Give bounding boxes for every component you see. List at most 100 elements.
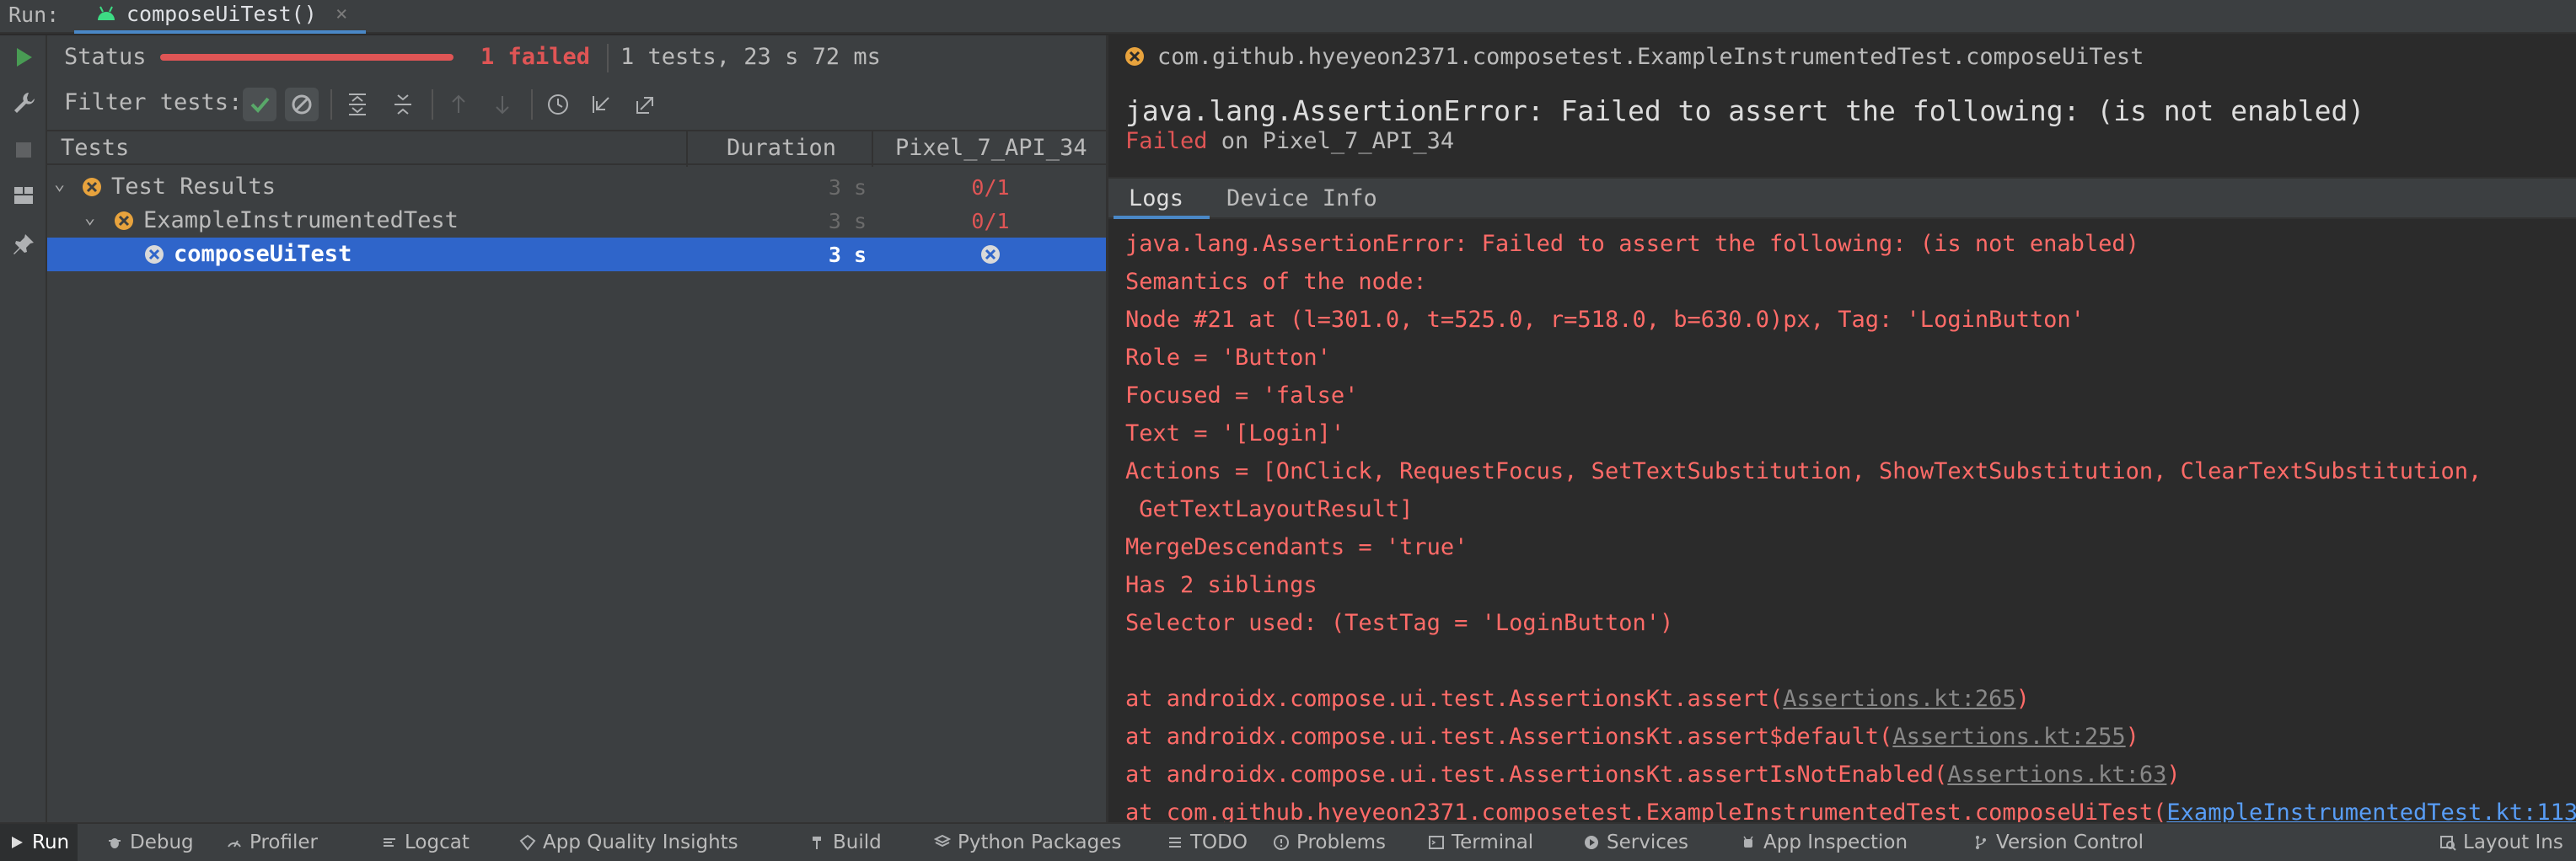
toolwindow-app-inspection[interactable]: App Inspection bbox=[1731, 824, 1916, 861]
filter-label: Filter tests: bbox=[64, 89, 243, 115]
toolwindow-label: Run bbox=[32, 832, 70, 853]
run-label: Run: bbox=[8, 3, 60, 27]
close-icon[interactable]: × bbox=[335, 2, 347, 25]
toolwindow-problems[interactable]: Problems bbox=[1264, 824, 1394, 861]
device-failed-icon bbox=[981, 245, 1000, 264]
stack-trace-line: at androidx.compose.ui.test.AssertionsKt… bbox=[1125, 686, 2030, 712]
toolwindow-label: Terminal bbox=[1452, 832, 1534, 853]
chevron-down-icon[interactable]: ⌄ bbox=[84, 207, 95, 228]
tree-row-result: 0/1 bbox=[971, 175, 1010, 200]
tab-logs[interactable]: Logs bbox=[1129, 185, 1183, 211]
import-tests-icon[interactable] bbox=[587, 89, 617, 120]
column-separator bbox=[872, 131, 873, 167]
error-heading: java.lang.AssertionError: Failed to asse… bbox=[1125, 94, 2365, 127]
tree-row-duration: 3 s bbox=[828, 243, 867, 267]
run-tab-title: composeUiTest() bbox=[126, 2, 317, 26]
bug-icon bbox=[106, 834, 123, 851]
test-table-header: Tests Duration Pixel_7_API_34 bbox=[47, 130, 1106, 167]
stack-trace-text: at androidx.compose.ui.test.AssertionsKt… bbox=[1125, 724, 1893, 750]
source-link[interactable]: Assertions.kt:63 bbox=[1947, 762, 2166, 788]
toolwindow-label: Services bbox=[1607, 832, 1688, 853]
hammer-icon bbox=[809, 834, 826, 851]
toolwindow-debug[interactable]: Debug bbox=[98, 824, 202, 861]
diamond-icon bbox=[519, 834, 536, 851]
toolwindow-label: Profiler bbox=[250, 832, 318, 853]
export-tests-icon[interactable] bbox=[631, 89, 661, 120]
toolwindow-layout-inspector[interactable]: Layout Ins bbox=[2431, 824, 2572, 861]
gauge-icon bbox=[226, 834, 243, 851]
log-line: Has 2 siblings bbox=[1125, 572, 1318, 598]
arrow-down-icon[interactable] bbox=[487, 89, 518, 120]
source-link[interactable]: Assertions.kt:265 bbox=[1783, 686, 2015, 712]
toolwindow-build[interactable]: Build bbox=[801, 824, 890, 861]
expand-all-icon[interactable] bbox=[342, 89, 373, 120]
show-ignored-toggle[interactable] bbox=[285, 88, 319, 121]
toolwindow-app-quality-insights[interactable]: App Quality Insights bbox=[511, 824, 747, 861]
toolbar-separator bbox=[432, 89, 433, 120]
toolwindow-python-packages[interactable]: Python Packages bbox=[926, 824, 1130, 861]
log-line: Selector used: (TestTag = 'LoginButton') bbox=[1125, 610, 1674, 636]
log-line: java.lang.AssertionError: Failed to asse… bbox=[1125, 231, 2139, 257]
progress-bar bbox=[160, 54, 453, 61]
chevron-down-icon[interactable]: ⌄ bbox=[54, 174, 65, 195]
column-header-tests[interactable]: Tests bbox=[61, 135, 129, 161]
test-summary: 1 tests, 23 s 72 ms bbox=[620, 44, 881, 70]
tab-device-info[interactable]: Device Info bbox=[1226, 185, 1377, 211]
run-toolwindow-header: Run: composeUiTest() × bbox=[0, 0, 2576, 34]
arrow-up-icon[interactable] bbox=[443, 89, 474, 120]
stack-trace-text: at androidx.compose.ui.test.AssertionsKt… bbox=[1125, 762, 1948, 788]
tree-row-compose-ui-test[interactable]: composeUiTest 3 s bbox=[47, 238, 1106, 271]
test-failed-icon bbox=[115, 211, 133, 230]
stack-trace-suffix: ) bbox=[2015, 686, 2030, 712]
run-tab-compose-ui-test[interactable]: composeUiTest() × bbox=[74, 0, 366, 34]
info-icon bbox=[1273, 834, 1290, 851]
tree-row-duration: 3 s bbox=[828, 175, 867, 200]
toolwindow-run[interactable]: Run bbox=[0, 824, 78, 861]
history-clock-icon[interactable] bbox=[543, 89, 573, 120]
toolwindow-label: Debug bbox=[130, 832, 194, 853]
stack-trace-suffix: ) bbox=[2166, 762, 2181, 788]
toolwindow-version-control[interactable]: Version Control bbox=[1964, 824, 2152, 861]
toolwindow-label: Layout Ins bbox=[2463, 832, 2563, 853]
test-details-pane: com.github.hyeyeon2371.composetest.Examp… bbox=[1108, 35, 2576, 826]
active-tab-indicator bbox=[1114, 216, 1210, 219]
column-header-device[interactable]: Pixel_7_API_34 bbox=[895, 135, 1087, 161]
log-line: Focused = 'false' bbox=[1125, 382, 1359, 409]
wrench-icon[interactable] bbox=[8, 88, 39, 118]
collapse-all-icon[interactable] bbox=[388, 89, 418, 120]
stack-trace-suffix: ) bbox=[2125, 724, 2139, 750]
toolwindow-services[interactable]: Services bbox=[1575, 824, 1697, 861]
stop-icon[interactable] bbox=[8, 135, 39, 165]
test-failed-icon bbox=[83, 178, 101, 196]
toolwindow-label: App Inspection bbox=[1763, 832, 1908, 853]
failed-device: on Pixel_7_API_34 bbox=[1207, 128, 1455, 154]
tree-row-test-results[interactable]: ⌄ Test Results 3 s 0/1 bbox=[47, 170, 1106, 204]
log-line: Actions = [OnClick, RequestFocus, SetTex… bbox=[1125, 458, 2482, 484]
show-passed-toggle[interactable] bbox=[243, 88, 276, 121]
failed-on-device: Failed on Pixel_7_API_34 bbox=[1125, 128, 1454, 154]
tool-window-bar: Run Debug Profiler Logcat App Quality In… bbox=[0, 822, 2576, 861]
terminal-icon bbox=[1428, 834, 1445, 851]
source-link[interactable]: Assertions.kt:255 bbox=[1892, 724, 2125, 750]
tree-row-duration: 3 s bbox=[828, 209, 867, 233]
tree-row-result: 0/1 bbox=[971, 209, 1010, 233]
layout-icon[interactable] bbox=[8, 180, 39, 211]
test-tree-pane: Status 1 failed 1 tests, 23 s 72 ms Filt… bbox=[47, 35, 1106, 822]
toolwindow-todo[interactable]: TODO bbox=[1158, 824, 1256, 861]
rerun-play-icon[interactable] bbox=[8, 42, 39, 72]
test-full-name: com.github.hyeyeon2371.composetest.Examp… bbox=[1157, 44, 2144, 70]
tree-row-example-instrumented-test[interactable]: ⌄ ExampleInstrumentedTest 3 s 0/1 bbox=[47, 204, 1106, 238]
log-line: GetTextLayoutResult] bbox=[1125, 496, 1414, 522]
branch-icon bbox=[1972, 834, 1989, 851]
layers-icon bbox=[933, 834, 952, 851]
toolwindow-label: Build bbox=[833, 832, 882, 853]
toolwindow-profiler[interactable]: Profiler bbox=[217, 824, 326, 861]
toolwindow-logcat[interactable]: Logcat bbox=[373, 824, 478, 861]
details-tabs: Logs Device Info bbox=[1108, 177, 2576, 219]
column-header-duration[interactable]: Duration bbox=[727, 135, 836, 161]
toolwindow-label: Problems bbox=[1296, 832, 1387, 853]
log-line: Node #21 at (l=301.0, t=525.0, r=518.0, … bbox=[1125, 307, 2085, 333]
pin-icon[interactable] bbox=[8, 229, 39, 259]
toolwindow-terminal[interactable]: Terminal bbox=[1419, 824, 1542, 861]
toolwindow-label: Python Packages bbox=[958, 832, 1122, 853]
